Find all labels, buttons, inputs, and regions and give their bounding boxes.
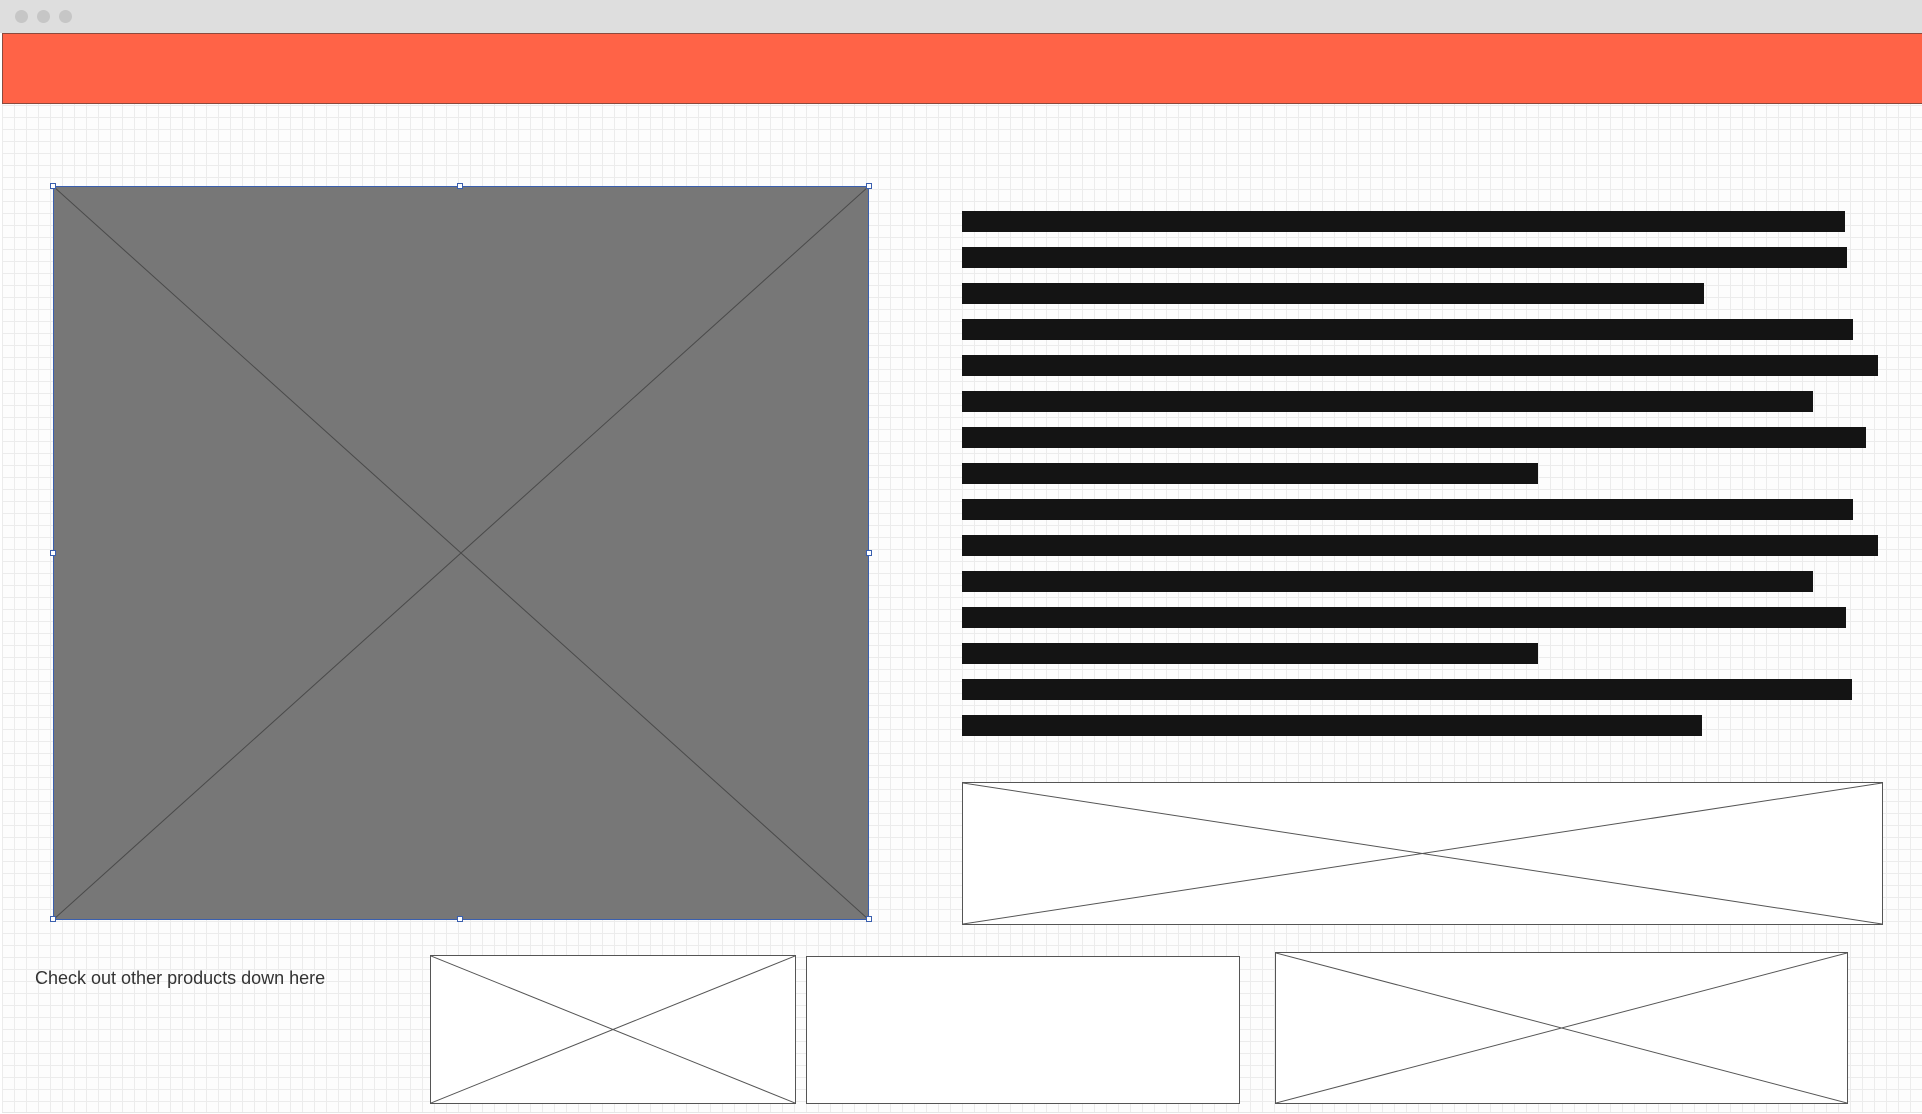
text-line-placeholder bbox=[962, 319, 1853, 340]
resize-handle-bottom-left[interactable] bbox=[50, 916, 56, 922]
main-product-image-placeholder[interactable] bbox=[53, 186, 869, 920]
text-line-placeholder bbox=[962, 535, 1878, 556]
text-line-placeholder bbox=[962, 247, 1847, 268]
resize-handle-bottom[interactable] bbox=[457, 916, 463, 922]
text-line-placeholder bbox=[962, 283, 1704, 304]
product-thumbnail-empty[interactable] bbox=[806, 956, 1240, 1104]
resize-handle-right[interactable] bbox=[866, 550, 872, 556]
resize-handle-top-left[interactable] bbox=[50, 183, 56, 189]
text-line-placeholder bbox=[962, 643, 1538, 664]
text-line-placeholder bbox=[962, 679, 1852, 700]
text-line-placeholder bbox=[962, 499, 1853, 520]
image-placeholder-icon bbox=[54, 187, 868, 919]
text-line-placeholder bbox=[962, 355, 1878, 376]
text-line-placeholder bbox=[962, 571, 1813, 592]
window-minimize-button[interactable] bbox=[37, 10, 50, 23]
product-thumbnail-placeholder[interactable] bbox=[430, 955, 796, 1104]
image-placeholder-icon bbox=[963, 783, 1882, 924]
product-thumbnail-placeholder[interactable] bbox=[1275, 952, 1848, 1104]
text-line-placeholder bbox=[962, 427, 1866, 448]
window-maximize-button[interactable] bbox=[59, 10, 72, 23]
other-products-caption: Check out other products down here bbox=[35, 968, 326, 988]
resize-handle-top[interactable] bbox=[457, 183, 463, 189]
resize-handle-top-right[interactable] bbox=[866, 183, 872, 189]
text-line-placeholder bbox=[962, 391, 1813, 412]
image-placeholder-icon bbox=[1276, 953, 1847, 1103]
window-titlebar bbox=[0, 0, 1922, 33]
resize-handle-bottom-right[interactable] bbox=[866, 916, 872, 922]
banner-image-placeholder[interactable] bbox=[962, 782, 1883, 925]
text-line-placeholder bbox=[962, 607, 1846, 628]
resize-handle-left[interactable] bbox=[50, 550, 56, 556]
text-line-placeholder bbox=[962, 463, 1538, 484]
image-placeholder-icon bbox=[431, 956, 795, 1103]
text-line-placeholder bbox=[962, 211, 1845, 232]
header-banner[interactable] bbox=[2, 33, 1922, 104]
window-close-button[interactable] bbox=[15, 10, 28, 23]
text-line-placeholder bbox=[962, 715, 1702, 736]
